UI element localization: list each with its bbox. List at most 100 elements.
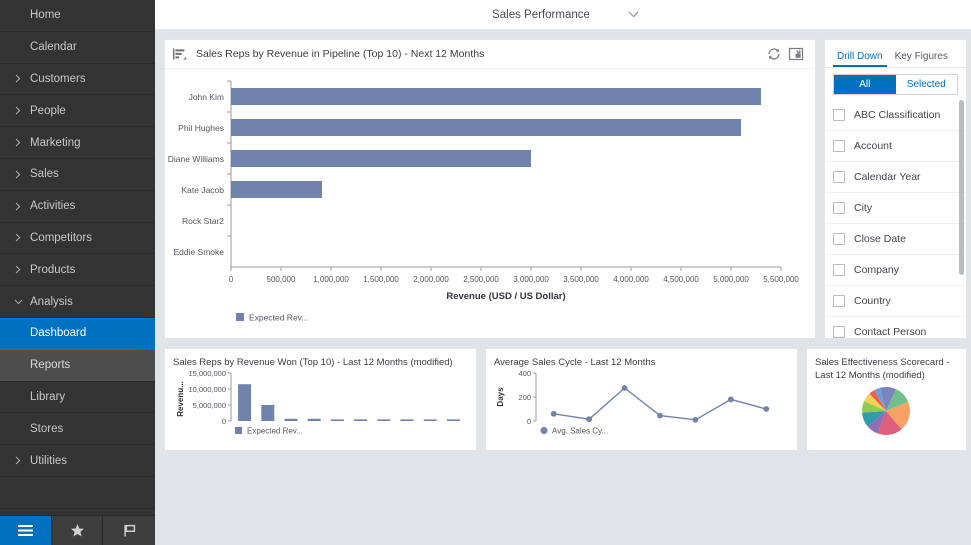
dimension-list[interactable]: ABC Classification Account Calendar Year Ci… bbox=[825, 100, 966, 338]
svg-text:200: 200 bbox=[518, 393, 531, 402]
segment-selected[interactable]: Selected bbox=[895, 75, 957, 94]
svg-text:John Kim: John Kim bbox=[189, 92, 224, 102]
effectiveness-body[interactable] bbox=[815, 382, 958, 447]
dimension-item-label: Company bbox=[854, 264, 899, 276]
sidebar-item-people[interactable]: People bbox=[0, 95, 155, 128]
svg-text:1,000,000: 1,000,000 bbox=[313, 275, 349, 284]
sidebar-item-competitors[interactable]: Competitors bbox=[0, 223, 155, 255]
pipeline-chart-body[interactable]: John Kim Phil Hughes Diane Williams Kate Ja… bbox=[165, 69, 815, 338]
sidebar-nav-list: Home Calendar Customers People Marketing Sale… bbox=[0, 0, 155, 515]
sidebar-item-products[interactable]: Products bbox=[0, 254, 155, 287]
sidebar-item-reports[interactable]: Reports bbox=[0, 349, 155, 382]
dimension-item[interactable]: Close Date bbox=[825, 224, 966, 255]
effectiveness-card: Sales Effectiveness Scorecard - Last 12 … bbox=[806, 348, 967, 451]
sidebar-item-marketing[interactable]: Marketing bbox=[0, 127, 155, 159]
star-icon[interactable] bbox=[51, 516, 104, 545]
chevron-right-icon bbox=[10, 74, 26, 83]
chevron-right-icon bbox=[10, 265, 26, 274]
dimension-item-label: Contact Person bbox=[854, 326, 927, 338]
checkbox-unchecked-icon[interactable] bbox=[833, 264, 845, 276]
svg-text:0: 0 bbox=[229, 275, 234, 284]
svg-text:Eddie Smoke: Eddie Smoke bbox=[173, 247, 224, 257]
checkbox-unchecked-icon[interactable] bbox=[833, 109, 845, 121]
dimension-item[interactable]: Contact Person bbox=[825, 317, 966, 338]
svg-text:Phil Hughes: Phil Hughes bbox=[178, 123, 224, 133]
horizontal-bar-chart-icon[interactable] bbox=[172, 47, 187, 62]
sidebar-item-label: Stores bbox=[30, 422, 64, 435]
sidebar-item-label: Home bbox=[30, 9, 61, 22]
checkbox-unchecked-icon[interactable] bbox=[833, 326, 845, 338]
panel-tab-key-figures[interactable]: Key Figures bbox=[889, 51, 954, 67]
revenue-won-body[interactable]: 0 5,000,000 10,000,000 15,000,000 Revenu... E… bbox=[173, 369, 468, 446]
svg-text:3,000,000: 3,000,000 bbox=[513, 275, 549, 284]
refresh-icon[interactable] bbox=[763, 43, 785, 65]
panel-tab-drill-down[interactable]: Drill Down bbox=[831, 51, 889, 67]
dimension-list-scrollbar-thumb[interactable] bbox=[959, 100, 964, 275]
effectiveness-pie-svg bbox=[862, 387, 910, 435]
revenue-won-svg: 0 5,000,000 10,000,000 15,000,000Revenu... E… bbox=[176, 369, 460, 436]
dashboard-canvas: Sales Reps by Revenue in Pipeline (Top 1… bbox=[155, 30, 971, 545]
checkbox-unchecked-icon[interactable] bbox=[833, 295, 845, 307]
application-root: Home Calendar Customers People Marketing Sale… bbox=[0, 0, 971, 545]
sidebar-item-library[interactable]: Library bbox=[0, 382, 155, 414]
sidebar-item-home[interactable]: Home bbox=[0, 0, 155, 32]
sidebar-item-dashboard[interactable]: Dashboard bbox=[0, 317, 155, 350]
sidebar-item-customers[interactable]: Customers bbox=[0, 64, 155, 96]
checkbox-unchecked-icon[interactable] bbox=[833, 233, 845, 245]
dimension-item[interactable]: City bbox=[825, 193, 966, 224]
dimension-item[interactable]: Country bbox=[825, 286, 966, 317]
svg-text:500,000: 500,000 bbox=[267, 275, 296, 284]
checkbox-unchecked-icon[interactable] bbox=[833, 202, 845, 214]
sidebar-item-sales[interactable]: Sales bbox=[0, 159, 155, 191]
segment-all[interactable]: All bbox=[834, 75, 896, 94]
svg-text:Revenue (USD / US Dollar): Revenue (USD / US Dollar) bbox=[446, 291, 565, 302]
dimension-item[interactable]: Calendar Year bbox=[825, 162, 966, 193]
sidebar-item-label: People bbox=[30, 104, 66, 117]
sales-cycle-title: Average Sales Cycle - Last 12 Months bbox=[494, 357, 656, 368]
sidebar-item-stores[interactable]: Stores bbox=[0, 413, 155, 446]
panel-tab-bar: Drill Down Key Figures bbox=[825, 40, 966, 68]
svg-text:400: 400 bbox=[518, 369, 531, 378]
sales-cycle-svg: 0 200 400 Days Avg. Sales Cy... bbox=[496, 369, 770, 436]
chevron-right-icon bbox=[10, 456, 26, 465]
sales-cycle-body[interactable]: 0 200 400 Days Avg. Sales Cy... bbox=[494, 369, 789, 446]
svg-text:5,000,000: 5,000,000 bbox=[713, 275, 749, 284]
dashboard-selector-label: Sales Performance bbox=[492, 8, 590, 21]
dimension-item[interactable]: Company bbox=[825, 255, 966, 286]
sidebar-item-analysis[interactable]: Analysis bbox=[0, 286, 155, 318]
chevron-right-icon bbox=[10, 233, 26, 242]
sidebar-item-activities[interactable]: Activities bbox=[0, 191, 155, 223]
checkbox-unchecked-icon[interactable] bbox=[833, 171, 845, 183]
dimension-item[interactable]: Account bbox=[825, 131, 966, 162]
sidebar-item-label: Library bbox=[30, 390, 66, 403]
svg-text:Rock Star2: Rock Star2 bbox=[182, 216, 224, 226]
sidebar-item-label: Products bbox=[30, 263, 76, 276]
maximize-icon[interactable] bbox=[785, 43, 807, 65]
chevron-down-icon bbox=[10, 299, 26, 305]
flag-icon[interactable] bbox=[103, 516, 156, 545]
effectiveness-title: Sales Effectiveness Scorecard - Last 12 … bbox=[815, 357, 950, 381]
dimension-item-label: Close Date bbox=[854, 233, 906, 245]
svg-text:Expected Rev...: Expected Rev... bbox=[249, 313, 308, 323]
svg-text:Kate Jacob: Kate Jacob bbox=[181, 185, 224, 195]
sidebar-item-utilities[interactable]: Utilities bbox=[0, 445, 155, 477]
sales-cycle-card: Average Sales Cycle - Last 12 Months 0 20… bbox=[485, 348, 798, 451]
checkbox-unchecked-icon[interactable] bbox=[833, 140, 845, 152]
chevron-right-icon bbox=[10, 138, 26, 147]
dimension-item-label: Country bbox=[854, 295, 891, 307]
revenue-won-title: Sales Reps by Revenue Won (Top 10) - Las… bbox=[173, 357, 453, 368]
svg-text:Expected Rev...: Expected Rev... bbox=[247, 427, 303, 436]
main-sidebar: Home Calendar Customers People Marketing Sale… bbox=[0, 0, 156, 545]
dashboard-selector[interactable]: Sales Performance bbox=[492, 9, 639, 21]
sidebar-item-calendar[interactable]: Calendar bbox=[0, 32, 155, 64]
hamburger-menu-icon[interactable] bbox=[0, 516, 52, 545]
all-selected-segmented-control: All Selected bbox=[833, 74, 958, 95]
top-bar: Sales Performance bbox=[155, 0, 971, 30]
sidebar-item-empty bbox=[0, 509, 155, 515]
pipeline-chart-svg: John Kim Phil Hughes Diane Williams Kate Ja… bbox=[168, 80, 799, 323]
svg-text:4,000,000: 4,000,000 bbox=[613, 275, 649, 284]
chevron-right-icon bbox=[10, 170, 26, 179]
svg-text:5,000,000: 5,000,000 bbox=[193, 401, 226, 410]
dimension-item-label: Account bbox=[854, 140, 892, 152]
dimension-item[interactable]: ABC Classification bbox=[825, 100, 966, 131]
